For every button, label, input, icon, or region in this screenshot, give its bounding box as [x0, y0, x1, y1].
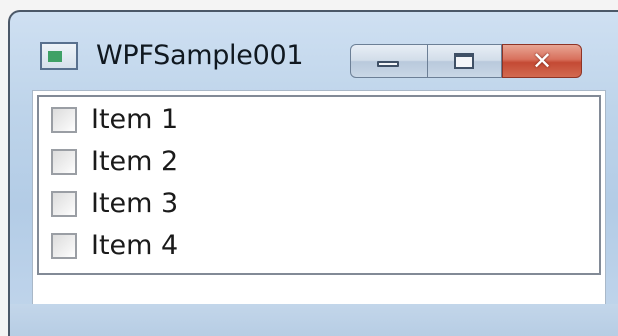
close-icon: ✕ — [531, 47, 553, 75]
maximize-icon — [454, 53, 474, 69]
list-item[interactable]: Item 1 — [47, 101, 347, 141]
item-checkbox[interactable] — [51, 191, 77, 217]
item-label[interactable]: Item 1 — [91, 101, 178, 139]
list-item[interactable]: Item 3 — [47, 185, 347, 225]
close-button[interactable]: ✕ — [502, 44, 582, 78]
list-item[interactable]: Item 2 — [47, 143, 347, 183]
item-checkbox[interactable] — [51, 107, 77, 133]
app-window: WPFSample001 ✕ Item 1 Item 2 Item 3 Item… — [8, 10, 618, 336]
title-bar[interactable]: WPFSample001 ✕ — [10, 12, 618, 90]
maximize-button[interactable] — [428, 44, 502, 78]
window-app-icon[interactable] — [40, 42, 78, 70]
item-label[interactable]: Item 4 — [91, 227, 178, 265]
item-label[interactable]: Item 2 — [91, 143, 178, 181]
minimize-icon — [377, 61, 399, 67]
minimize-button[interactable] — [350, 44, 428, 78]
app-icon-accent — [48, 51, 62, 62]
checkbox-list[interactable]: Item 1 Item 2 Item 3 Item 4 — [37, 95, 601, 275]
client-area: Item 1 Item 2 Item 3 Item 4 — [32, 90, 606, 316]
window-bottom-border — [10, 304, 618, 336]
item-checkbox[interactable] — [51, 149, 77, 175]
item-label[interactable]: Item 3 — [91, 185, 178, 223]
item-checkbox[interactable] — [51, 233, 77, 259]
window-title: WPFSample001 — [96, 40, 304, 71]
list-item[interactable]: Item 4 — [47, 227, 347, 267]
